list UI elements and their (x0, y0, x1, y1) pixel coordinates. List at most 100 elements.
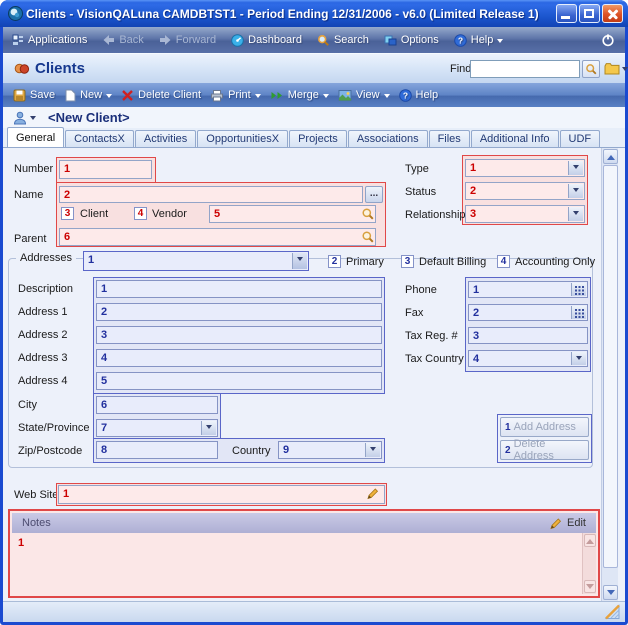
web-site-field[interactable]: 1 (58, 485, 385, 504)
number-field[interactable]: 1 (59, 160, 152, 179)
address2-field[interactable]: 3 (96, 326, 382, 344)
state-province-dropdown[interactable]: 7 (96, 419, 218, 437)
fax-field[interactable]: 2 (468, 304, 588, 321)
tab-general[interactable]: General (7, 127, 64, 147)
folder-menu-button[interactable] (604, 62, 628, 75)
find-label: Find (450, 63, 471, 75)
scrollbar-thumb[interactable] (603, 165, 618, 568)
dropdown-button[interactable] (201, 421, 216, 435)
chevron-down-icon (573, 211, 579, 218)
merge-button[interactable]: Merge (270, 89, 329, 102)
page-title: Clients (35, 60, 85, 77)
accounting-only-checkbox[interactable]: 4 (497, 255, 510, 268)
relationship-dropdown[interactable]: 3 (465, 205, 585, 223)
close-button[interactable] (602, 4, 623, 23)
scroll-down-button[interactable] (603, 585, 618, 600)
parent-field[interactable]: 6 (59, 228, 376, 246)
status-dropdown[interactable]: 2 (465, 182, 585, 200)
view-button[interactable]: View (338, 89, 390, 102)
default-billing-checkbox[interactable]: 3 (401, 255, 414, 268)
dropdown-button[interactable] (365, 443, 380, 457)
notes-edit-button[interactable]: Edit (549, 517, 586, 530)
back-button[interactable]: Back (102, 34, 143, 46)
record-menu-button[interactable] (13, 111, 36, 125)
delete-address-button[interactable]: 2 Delete Address (500, 440, 589, 460)
notes-scroll-down-button[interactable] (584, 580, 596, 593)
record-header: <New Client> (3, 107, 625, 128)
dropdown-button[interactable] (568, 161, 583, 175)
dropdown-button[interactable] (568, 184, 583, 198)
new-document-icon (64, 89, 76, 102)
maximize-button[interactable] (579, 4, 600, 23)
country-label: Country (232, 445, 271, 457)
tab-udf[interactable]: UDF (560, 130, 601, 147)
forward-button[interactable]: Forward (159, 34, 216, 46)
address1-label: Address 1 (18, 306, 68, 318)
tab-contactsx[interactable]: ContactsX (65, 130, 134, 147)
notes-scroll-up-button[interactable] (584, 534, 596, 547)
resize-grip-icon[interactable] (604, 604, 621, 625)
website-edit-pencil-icon[interactable] (366, 487, 379, 505)
svg-text:?: ? (402, 90, 407, 100)
help-menu[interactable]: ? Help (454, 34, 504, 47)
tax-reg-field[interactable]: 3 (468, 327, 588, 344)
new-button[interactable]: New (64, 89, 112, 102)
power-button[interactable] (601, 33, 615, 47)
app-icon (8, 6, 23, 26)
parent-magnifier-icon[interactable] (361, 230, 375, 249)
find-search-button[interactable] (582, 60, 600, 78)
tab-opportunitiesx[interactable]: OpportunitiesX (197, 130, 288, 147)
city-field[interactable]: 6 (96, 396, 218, 414)
add-address-button[interactable]: 1 Add Address (500, 417, 589, 437)
lookup-magnifier-icon[interactable] (361, 207, 375, 226)
main-scrollbar[interactable] (601, 148, 618, 601)
type-dropdown[interactable]: 1 (465, 159, 585, 177)
zip-postcode-field[interactable]: 8 (96, 441, 218, 459)
tab-projects[interactable]: Projects (289, 130, 347, 147)
tab-activities[interactable]: Activities (135, 130, 196, 147)
client-checkbox[interactable]: 3 (61, 207, 74, 220)
dropdown-button[interactable] (571, 352, 586, 365)
chevron-down-icon (370, 447, 376, 454)
notes-scrollbar[interactable] (582, 533, 596, 594)
save-icon (13, 89, 26, 102)
tax-country-dropdown[interactable]: 4 (468, 350, 588, 367)
tab-additional-info[interactable]: Additional Info (471, 130, 559, 147)
address4-field[interactable]: 5 (96, 372, 382, 390)
address1-field[interactable]: 2 (96, 303, 382, 321)
vendor-checkbox[interactable]: 4 (134, 207, 147, 220)
address3-field[interactable]: 4 (96, 349, 382, 367)
name-field[interactable]: 2 (59, 186, 363, 203)
print-button[interactable]: Print (210, 89, 261, 102)
country-dropdown[interactable]: 9 (278, 441, 382, 459)
phone-dialer-button[interactable] (571, 283, 586, 296)
fax-dialer-button[interactable] (571, 306, 586, 319)
notes-content[interactable]: 1 (12, 533, 596, 594)
scroll-up-button[interactable] (603, 149, 618, 164)
help-button[interactable]: ? Help (399, 89, 439, 102)
dashboard-button[interactable]: Dashboard (231, 34, 302, 47)
description-field[interactable]: 1 (96, 280, 382, 298)
applications-menu[interactable]: Applications (12, 34, 87, 46)
delete-client-button[interactable]: Delete Client (121, 89, 201, 102)
options-button[interactable]: Options (384, 34, 439, 47)
tax-reg-label: Tax Reg. # (405, 330, 458, 342)
primary-checkbox[interactable]: 2 (328, 255, 341, 268)
dropdown-button[interactable] (568, 207, 583, 221)
phone-field[interactable]: 1 (468, 281, 588, 298)
status-bar (3, 601, 625, 622)
tab-associations[interactable]: Associations (348, 130, 428, 147)
tab-files[interactable]: Files (429, 130, 470, 147)
chevron-down-icon (497, 39, 503, 46)
save-button[interactable]: Save (13, 89, 55, 102)
title-bar[interactable]: Clients - VisionQALuna CAMDBTST1 - Perio… (0, 0, 628, 27)
find-input[interactable] (470, 60, 580, 78)
name-browse-button[interactable]: ... (365, 186, 383, 203)
minimize-button[interactable] (556, 4, 577, 23)
address-selector-dropdown[interactable]: 1 (83, 251, 309, 271)
dropdown-button[interactable] (292, 253, 307, 269)
address2-label: Address 2 (18, 329, 68, 341)
pencil-icon (549, 517, 562, 530)
search-button[interactable]: Search (317, 34, 369, 47)
client-lookup-field[interactable]: 5 (209, 205, 376, 223)
